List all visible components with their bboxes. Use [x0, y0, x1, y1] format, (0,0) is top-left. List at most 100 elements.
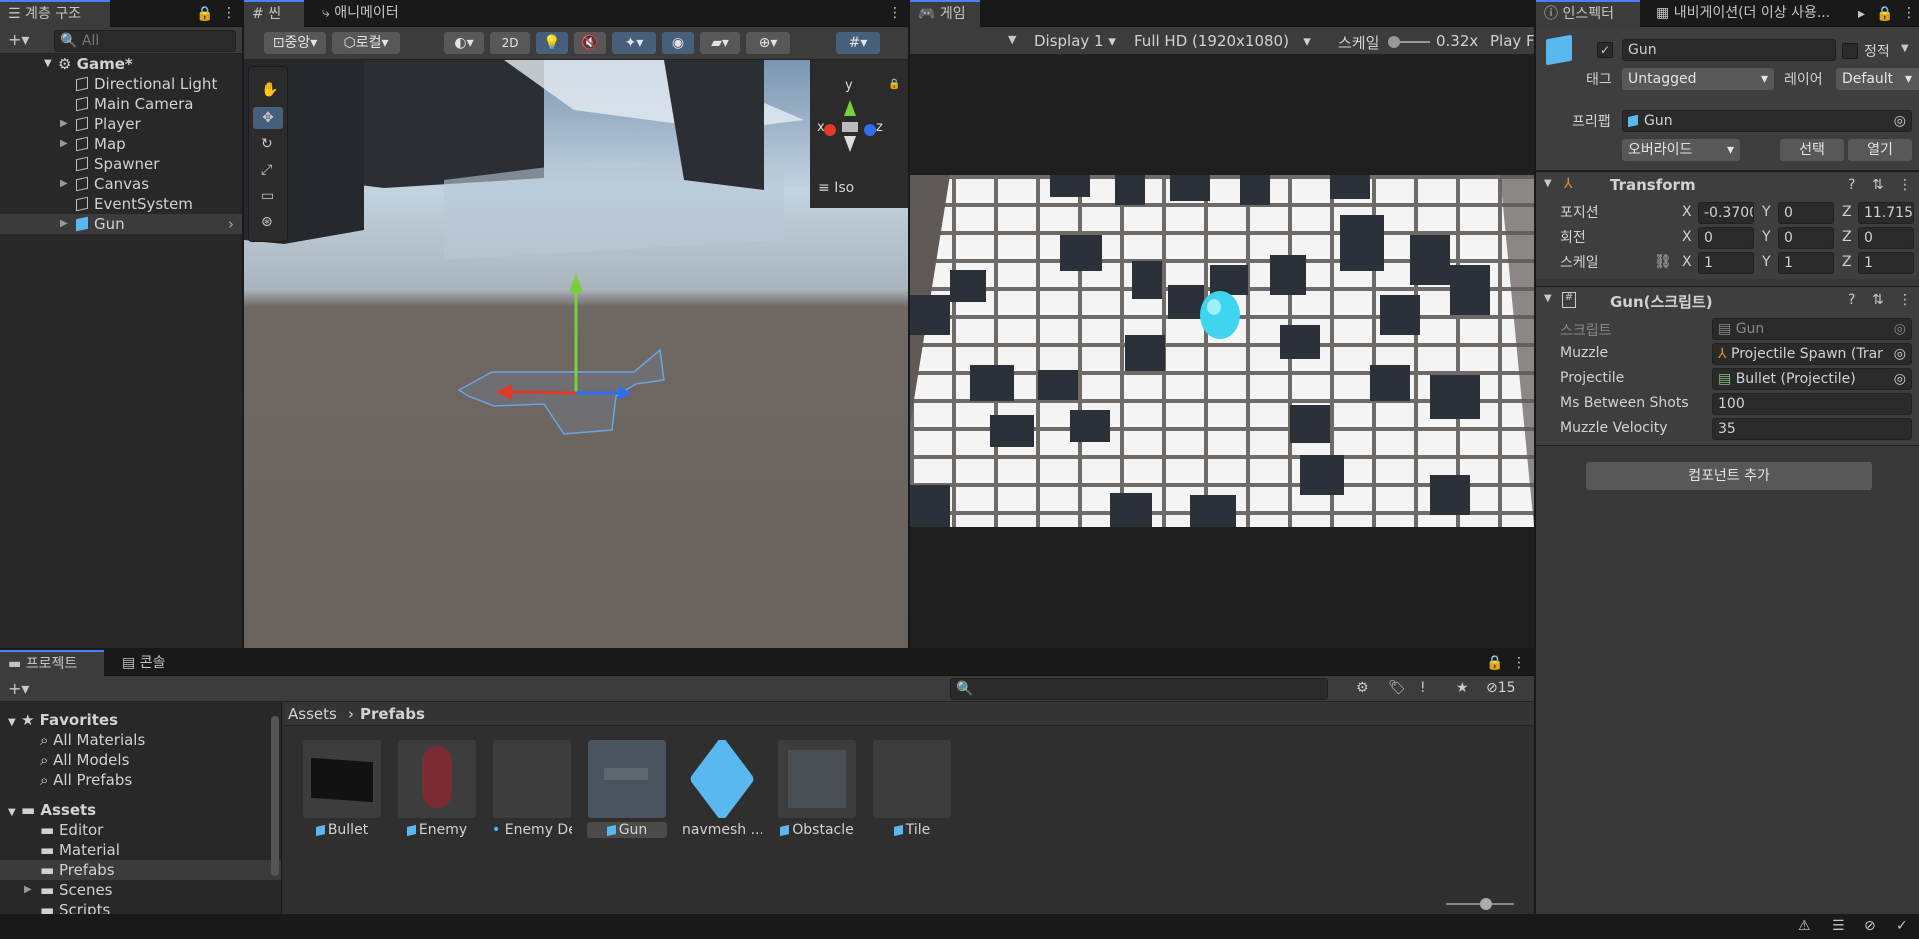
prefab-field[interactable]: Gun ◎	[1622, 110, 1912, 132]
favorite-item[interactable]: ⌕ All Prefabs	[0, 770, 281, 790]
hand-tool-icon[interactable]: ✋	[261, 83, 278, 97]
kebab-menu-icon[interactable]: ⋮	[222, 6, 236, 20]
scale-x-input[interactable]: 1	[1698, 252, 1754, 274]
tab-console[interactable]: ▤ 콘솔	[114, 650, 173, 677]
tag-dropdown[interactable]: Untagged ▾	[1622, 68, 1774, 90]
scene-viewport[interactable]: ✋ ✥ ↻ ⤢ ▭ ⊛ 🔒 y x z ≡ Iso	[244, 60, 908, 648]
projection-label[interactable]: ≡ Iso	[818, 180, 854, 196]
asset-bullet[interactable]: Bullet	[302, 740, 382, 838]
add-icon[interactable]: +▾	[8, 681, 29, 697]
display-dropdown[interactable]: Display 1 ▾	[1034, 32, 1116, 50]
rotation-z-input[interactable]: 0	[1858, 227, 1914, 249]
transform-tool-icon[interactable]: ⊛	[261, 215, 273, 229]
override-dropdown[interactable]: 오버라이드 ▾	[1622, 139, 1740, 161]
warning-icon[interactable]: !	[1420, 681, 1426, 695]
favorite-star-icon[interactable]: ★	[1456, 681, 1469, 695]
position-z-input[interactable]: 11.7154	[1858, 202, 1914, 224]
expand-arrow-icon[interactable]: ▶	[60, 174, 68, 194]
thumbnail-size-slider[interactable]	[1446, 898, 1514, 910]
folder-item[interactable]: ▶ ▬ Scenes	[0, 880, 281, 900]
rect-tool-icon[interactable]: ▭	[261, 189, 274, 203]
grid-snap-toggle[interactable]: #▾	[836, 32, 880, 54]
target-icon[interactable]: ◎	[1894, 369, 1906, 389]
ms-between-shots-input[interactable]: 100	[1712, 393, 1912, 415]
favorite-item[interactable]: ⌕ All Materials	[0, 730, 281, 750]
label-icon[interactable]: 🏷	[1388, 681, 1406, 695]
kebab-menu-icon[interactable]: ⋮	[1902, 6, 1916, 20]
tab-inspector[interactable]: ⓘ 인스펙터	[1536, 0, 1640, 27]
asset-enemy-death[interactable]: • Enemy De...	[492, 740, 572, 838]
layers-icon[interactable]: ☰	[1832, 919, 1845, 933]
add-component-button[interactable]: 컴포넌트 추가	[1586, 462, 1872, 490]
debug-icon[interactable]: ⚠	[1798, 919, 1811, 933]
folder-item[interactable]: ▬ Scripts	[0, 900, 281, 914]
lock-icon[interactable]: 🔒	[1486, 656, 1503, 670]
orientation-gizmo[interactable]: 🔒 y x z ≡ Iso	[810, 60, 908, 208]
rotation-x-input[interactable]: 0	[1698, 227, 1754, 249]
rotate-tool-icon[interactable]: ↻	[261, 137, 273, 151]
chevron-right-icon[interactable]: ›	[228, 214, 234, 234]
scale-z-input[interactable]: 1	[1858, 252, 1914, 274]
layer-dropdown[interactable]: Default ▾	[1836, 68, 1919, 90]
scene-root[interactable]: ▼ ⚙ Game*	[0, 54, 242, 74]
audio-toggle[interactable]: 🔇	[574, 32, 606, 54]
asset-obstacle[interactable]: Obstacle	[777, 740, 857, 838]
select-prefab-button[interactable]: 선택	[1780, 139, 1844, 161]
play-focused-dropdown[interactable]: Play F	[1490, 32, 1534, 50]
resolution-dropdown[interactable]: Full HD (1920x1080) ▾	[1134, 32, 1311, 50]
gizmos-dropdown[interactable]: ⊕▾	[746, 32, 790, 54]
expand-arrow-icon[interactable]: ▶	[24, 880, 32, 900]
favorites-header[interactable]: ▼ ★ Favorites	[0, 710, 281, 730]
pivot-dropdown[interactable]: ⊡중앙▾	[264, 32, 326, 54]
preset-icon[interactable]: ⇅	[1872, 178, 1884, 192]
projectile-field[interactable]: ▤ Bullet (Projectile) ◎	[1712, 368, 1912, 390]
kebab-menu-icon[interactable]: ⋮	[1898, 178, 1912, 192]
folder-item-selected[interactable]: ▬ Prefabs	[0, 860, 281, 880]
help-icon[interactable]: ?	[1848, 178, 1855, 192]
breadcrumb-item[interactable]: Prefabs	[360, 705, 425, 723]
asset-gun[interactable]: Gun	[587, 740, 667, 838]
preset-icon[interactable]: ⇅	[1872, 293, 1884, 307]
help-icon[interactable]: ?	[1848, 293, 1855, 307]
object-name-input[interactable]: Gun	[1622, 39, 1836, 61]
collapse-arrow-icon[interactable]: ▼	[1544, 179, 1552, 189]
open-prefab-button[interactable]: 열기	[1848, 139, 1912, 161]
hierarchy-item[interactable]: Directional Light	[0, 74, 242, 94]
scale-y-input[interactable]: 1	[1778, 252, 1834, 274]
lock-icon[interactable]: 🔒	[888, 80, 900, 90]
assets-header[interactable]: ▼ ▬ Assets	[0, 800, 281, 820]
slider-handle[interactable]	[1388, 36, 1400, 48]
kebab-menu-icon[interactable]: ⋮	[888, 6, 902, 20]
folder-item[interactable]: ▬ Editor	[0, 820, 281, 840]
expand-arrow-icon[interactable]: ▶	[60, 134, 68, 154]
folder-item[interactable]: ▬ Material	[0, 840, 281, 860]
tab-animator[interactable]: ⤷ 애니메이터	[314, 0, 407, 27]
filter-type-icon[interactable]: ⚙	[1356, 681, 1369, 695]
tab-scroll-icon[interactable]: ▸	[1858, 7, 1865, 21]
target-icon[interactable]: ◎	[1893, 344, 1906, 364]
tab-navigation[interactable]: ▦ 내비게이션(더 이상 사용...	[1648, 0, 1853, 27]
hierarchy-search-input[interactable]: 🔍 All	[54, 30, 236, 52]
asset-tile[interactable]: Tile	[872, 740, 952, 838]
expand-arrow-icon[interactable]: ▼	[44, 54, 52, 74]
check-icon[interactable]: ✓	[1896, 919, 1908, 933]
muzzle-velocity-input[interactable]: 35	[1712, 418, 1912, 440]
gun-script-header[interactable]: ▼ # Gun(스크립트) ? ⇅ ⋮	[1536, 286, 1919, 312]
checkbox-active-icon[interactable]: ✓	[1597, 42, 1613, 58]
hierarchy-item-selected[interactable]: ▶ Gun ›	[0, 214, 242, 234]
hierarchy-item[interactable]: EventSystem	[0, 194, 242, 214]
tab-game[interactable]: 🎮 게임	[910, 0, 980, 27]
asset-navmesh[interactable]: navmesh ...	[682, 740, 762, 838]
transform-header[interactable]: ▼ ⅄ Transform ? ⇅ ⋮	[1536, 171, 1919, 197]
hierarchy-item[interactable]: ▶ Canvas	[0, 174, 242, 194]
lock-icon[interactable]: 🔒	[1876, 7, 1893, 21]
move-tool-icon[interactable]: ✥	[253, 107, 283, 129]
scale-slider[interactable]	[1388, 36, 1430, 48]
tab-project[interactable]: ▬ 프로젝트	[0, 650, 104, 677]
toggle-2d-button[interactable]: 2D	[490, 32, 530, 54]
expand-arrow-icon[interactable]: ▼	[8, 717, 16, 728]
kebab-menu-icon[interactable]: ⋮	[1512, 656, 1526, 670]
hidden-packages-toggle[interactable]: ⊘15	[1486, 680, 1516, 696]
sidebar-scrollbar[interactable]	[271, 716, 279, 876]
project-search-input[interactable]: 🔍	[950, 678, 1328, 700]
